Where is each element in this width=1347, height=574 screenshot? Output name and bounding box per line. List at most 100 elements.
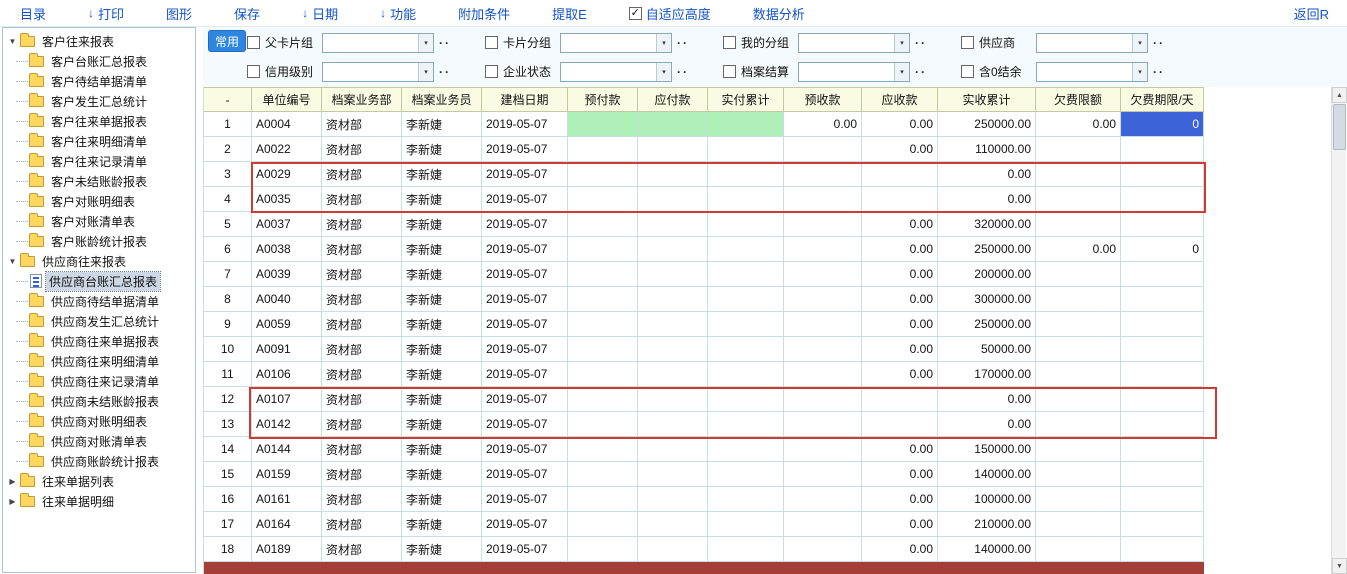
table-cell[interactable]: 2019-05-07 — [482, 187, 568, 212]
table-cell[interactable]: 2019-05-07 — [482, 412, 568, 437]
table-cell[interactable]: 资材部 — [322, 312, 402, 337]
table-cell[interactable] — [1036, 312, 1121, 337]
table-cell[interactable]: 0.00 — [862, 462, 938, 487]
table-cell[interactable]: 2019-05-07 — [482, 287, 568, 312]
table-cell[interactable] — [708, 512, 784, 537]
expand-icon[interactable]: ▶ — [6, 477, 19, 486]
table-cell[interactable] — [568, 137, 638, 162]
table-cell[interactable]: 2019-05-07 — [482, 537, 568, 562]
filter-checkbox[interactable] — [961, 65, 974, 78]
table-cell[interactable] — [708, 487, 784, 512]
sidebar-item[interactable]: 供应商对账清单表 — [3, 431, 195, 451]
filter-checkbox[interactable] — [723, 65, 736, 78]
filter-checkbox[interactable] — [485, 36, 498, 49]
table-cell[interactable]: 资材部 — [322, 487, 402, 512]
table-cell[interactable] — [1036, 287, 1121, 312]
table-cell[interactable] — [862, 187, 938, 212]
row-number-cell[interactable]: 14 — [204, 437, 252, 462]
table-cell[interactable]: 资材部 — [322, 187, 402, 212]
table-cell[interactable] — [708, 312, 784, 337]
table-cell[interactable] — [638, 212, 708, 237]
sidebar-item[interactable]: 客户台账汇总报表 — [3, 51, 195, 71]
collapse-icon[interactable]: ▼ — [6, 37, 19, 46]
sidebar-item[interactable]: 客户发生汇总统计 — [3, 91, 195, 111]
table-cell[interactable] — [708, 362, 784, 387]
table-cell[interactable]: A0004 — [252, 112, 322, 137]
table-cell[interactable] — [1121, 412, 1204, 437]
toolbar-item[interactable]: ↓打印 — [88, 4, 124, 23]
table-cell[interactable] — [568, 212, 638, 237]
table-cell[interactable] — [1036, 462, 1121, 487]
table-cell[interactable]: 150000.00 — [938, 437, 1036, 462]
table-cell[interactable] — [708, 237, 784, 262]
toolbar-item[interactable]: ✓自适应高度 — [629, 4, 711, 23]
more-options-button[interactable]: ·· — [677, 36, 689, 50]
table-cell[interactable] — [784, 137, 862, 162]
filter-dropdown[interactable]: ▾ — [1036, 62, 1148, 82]
table-cell[interactable] — [784, 237, 862, 262]
table-cell[interactable] — [568, 112, 638, 137]
filter-checkbox[interactable] — [247, 65, 260, 78]
table-cell[interactable] — [1036, 387, 1121, 412]
table-cell[interactable]: 2019-05-07 — [482, 212, 568, 237]
table-cell[interactable] — [1036, 412, 1121, 437]
table-cell[interactable] — [784, 437, 862, 462]
table-cell[interactable]: 320000.00 — [938, 212, 1036, 237]
table-cell[interactable] — [1121, 437, 1204, 462]
sidebar-item[interactable]: 客户往来单据报表 — [3, 111, 195, 131]
table-cell[interactable]: 0.00 — [862, 287, 938, 312]
table-cell[interactable]: 0.00 — [1036, 237, 1121, 262]
table-cell[interactable]: A0164 — [252, 512, 322, 537]
table-cell[interactable]: 李新婕 — [402, 312, 482, 337]
table-cell[interactable] — [784, 362, 862, 387]
table-cell[interactable] — [1121, 312, 1204, 337]
row-number-cell[interactable]: 12 — [204, 387, 252, 412]
dropdown-arrow-icon[interactable]: ▾ — [894, 63, 909, 81]
table-cell[interactable] — [568, 437, 638, 462]
table-cell[interactable]: 李新婕 — [402, 287, 482, 312]
table-cell[interactable]: 200000.00 — [938, 262, 1036, 287]
dropdown-arrow-icon[interactable]: ▾ — [418, 34, 433, 52]
filter-checkbox[interactable] — [485, 65, 498, 78]
table-cell[interactable]: 0.00 — [862, 487, 938, 512]
column-header[interactable]: 应付款 — [638, 87, 708, 112]
table-cell[interactable] — [568, 162, 638, 187]
table-cell[interactable]: 0.00 — [862, 312, 938, 337]
table-row[interactable]: 3A0029资材部李新婕2019-05-070.00 — [204, 162, 1331, 187]
table-cell[interactable] — [638, 487, 708, 512]
more-options-button[interactable]: ·· — [915, 36, 927, 50]
table-cell[interactable] — [784, 412, 862, 437]
row-number-cell[interactable]: 8 — [204, 287, 252, 312]
scroll-down-button[interactable]: ▼ — [1332, 558, 1347, 574]
filter-dropdown[interactable]: ▾ — [322, 33, 434, 53]
table-cell[interactable] — [708, 337, 784, 362]
table-cell[interactable]: A0022 — [252, 137, 322, 162]
autofit-height-checkbox[interactable]: ✓ — [629, 7, 642, 20]
table-cell[interactable]: 210000.00 — [938, 512, 1036, 537]
table-cell[interactable]: 0 — [1121, 237, 1204, 262]
column-header[interactable]: 建档日期 — [482, 87, 568, 112]
table-cell[interactable] — [568, 262, 638, 287]
table-cell[interactable] — [784, 512, 862, 537]
table-cell[interactable] — [784, 212, 862, 237]
table-cell[interactable]: A0091 — [252, 337, 322, 362]
table-cell[interactable]: 0.00 — [1036, 112, 1121, 137]
table-cell[interactable] — [784, 337, 862, 362]
table-cell[interactable] — [568, 337, 638, 362]
table-cell[interactable]: 0.00 — [862, 262, 938, 287]
table-cell[interactable]: 140000.00 — [938, 462, 1036, 487]
table-cell[interactable] — [784, 287, 862, 312]
table-cell[interactable] — [1036, 162, 1121, 187]
table-cell[interactable] — [1121, 212, 1204, 237]
row-number-cell[interactable]: 2 — [204, 137, 252, 162]
table-cell[interactable]: 李新婕 — [402, 237, 482, 262]
column-header[interactable]: 欠费限额 — [1036, 87, 1121, 112]
table-cell[interactable] — [638, 112, 708, 137]
sidebar-item[interactable]: 供应商往来单据报表 — [3, 331, 195, 351]
table-cell[interactable]: 李新婕 — [402, 137, 482, 162]
table-cell[interactable] — [708, 212, 784, 237]
table-cell[interactable]: 2019-05-07 — [482, 337, 568, 362]
column-header[interactable]: 实付累计 — [708, 87, 784, 112]
table-cell[interactable] — [1036, 512, 1121, 537]
table-cell[interactable]: 2019-05-07 — [482, 237, 568, 262]
